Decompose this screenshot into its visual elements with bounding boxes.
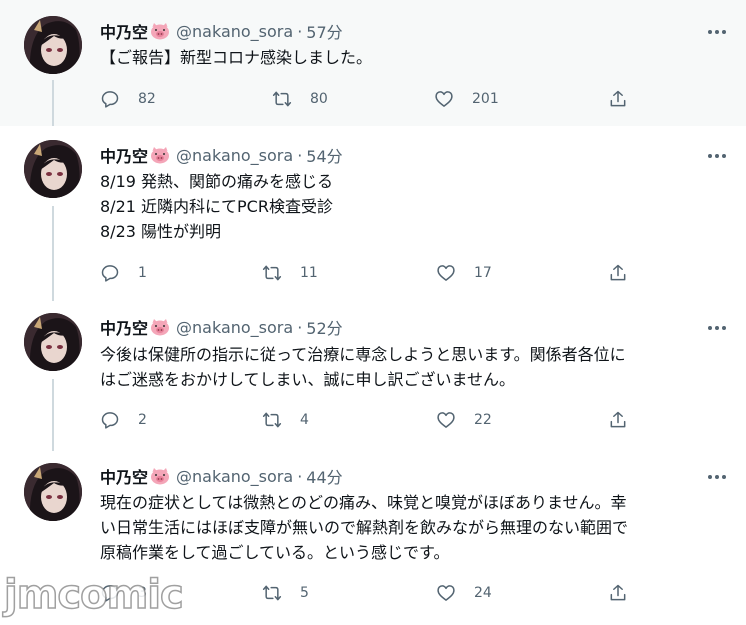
tweet-header: 中乃空 @nakano_sora · 52分 [100,315,343,339]
user-handle[interactable]: @nakano_sora [176,146,293,165]
user-handle[interactable]: @nakano_sora [176,467,293,486]
avatar[interactable] [24,16,82,74]
heart-icon [437,265,455,281]
reply-count: 1 [138,265,147,281]
user-handle[interactable]: @nakano_sora [176,318,293,337]
tweet-header: 中乃空 @nakano_sora · 57分 [100,19,343,43]
timestamp[interactable]: 52分 [306,315,342,339]
tweet-text: 今後は保健所の指示に従って治療に専念しようと思います。関係者各位に はご迷惑をお… [100,345,626,389]
more-icon[interactable] [706,146,728,166]
like-count: 22 [474,412,492,428]
heart-icon [437,585,455,601]
display-name[interactable]: 中乃空 [100,315,148,339]
retweet-count: 5 [300,585,309,601]
tweet-header: 中乃空 @nakano_sora · 54分 [100,143,343,167]
avatar-image [24,463,82,521]
share-button[interactable] [608,261,628,285]
pig-emoji-icon [150,22,170,40]
like-count: 24 [474,585,492,601]
reply-button[interactable]: 1 [100,261,147,285]
retweet-button[interactable]: 4 [262,408,309,432]
like-count: 17 [474,265,492,281]
avatar-image [24,140,82,198]
like-button[interactable]: 24 [436,581,492,605]
reply-icon [101,91,119,108]
tweet-2[interactable]: 中乃空 @nakano_sora · 54分 8/19 発熱、関節の痛みを感じる… [0,126,746,301]
separator: · [297,21,303,41]
tweet-header: 中乃空 @nakano_sora · 44分 [100,464,343,488]
separator: · [297,145,303,165]
retweet-button[interactable]: 11 [262,261,318,285]
avatar[interactable] [24,140,82,198]
avatar[interactable] [24,463,82,521]
avatar[interactable] [24,313,82,371]
share-button[interactable] [608,408,628,432]
tweet-3[interactable]: 中乃空 @nakano_sora · 52分 今後は保健所の指示に従って治療に専… [0,301,746,451]
avatar-image [24,313,82,371]
tweet-actions: 2 4 22 [100,408,640,432]
tweet-text: 8/19 発熱、関節の痛みを感じる 8/21 近隣内科にてPCR検査受診 8/2… [100,172,334,241]
retweet-icon [262,265,282,281]
pig-emoji-icon [150,318,170,336]
more-icon[interactable] [706,22,728,42]
timestamp[interactable]: 44分 [306,464,342,488]
heart-icon [437,412,455,428]
tweet-text: 現在の症状としては微熱とのどの痛み、味覚と嗅覚がほぼありません。幸 い日常生活に… [100,493,629,562]
share-icon [610,411,626,428]
heart-icon [435,91,453,107]
like-button[interactable]: 201 [434,87,499,111]
thread-line [52,206,54,301]
separator: · [297,466,303,486]
retweet-button[interactable]: 80 [272,87,328,111]
like-button[interactable]: 22 [436,408,492,432]
retweet-count: 80 [310,91,328,107]
avatar-image [24,16,82,74]
timestamp[interactable]: 57分 [306,19,342,43]
retweet-button[interactable]: 5 [262,581,309,605]
tweet-actions: 82 80 201 [100,87,640,111]
timestamp[interactable]: 54分 [306,143,342,167]
share-button[interactable] [608,581,628,605]
retweet-count: 4 [300,412,309,428]
display-name[interactable]: 中乃空 [100,19,148,43]
watermark: jmcomic [3,571,184,619]
tweet-text: 【ご報告】新型コロナ感染しました。 [100,48,373,67]
share-button[interactable] [608,87,628,111]
more-icon[interactable] [706,318,728,338]
display-name[interactable]: 中乃空 [100,464,148,488]
retweet-count: 11 [300,265,318,281]
display-name[interactable]: 中乃空 [100,143,148,167]
like-button[interactable]: 17 [436,261,492,285]
separator: · [297,317,303,337]
reply-icon [101,412,119,429]
share-icon [610,264,626,281]
like-count: 201 [472,91,499,107]
reply-button[interactable]: 82 [100,87,156,111]
reply-count: 2 [138,412,147,428]
share-icon [610,90,626,107]
retweet-icon [262,412,282,428]
reply-icon [101,265,119,282]
tweet-actions: 1 11 17 [100,261,640,285]
retweet-icon [272,91,292,107]
more-icon[interactable] [706,467,728,487]
share-icon [610,584,626,601]
reply-count: 82 [138,91,156,107]
user-handle[interactable]: @nakano_sora [176,22,293,41]
reply-button[interactable]: 2 [100,408,147,432]
tweet-1[interactable]: 中乃空 @nakano_sora · 57分 【ご報告】新型コロナ感染しました。… [0,0,746,126]
retweet-icon [262,585,282,601]
pig-emoji-icon [150,146,170,164]
thread-line [52,80,54,126]
pig-emoji-icon [150,467,170,485]
thread-line [52,379,54,451]
